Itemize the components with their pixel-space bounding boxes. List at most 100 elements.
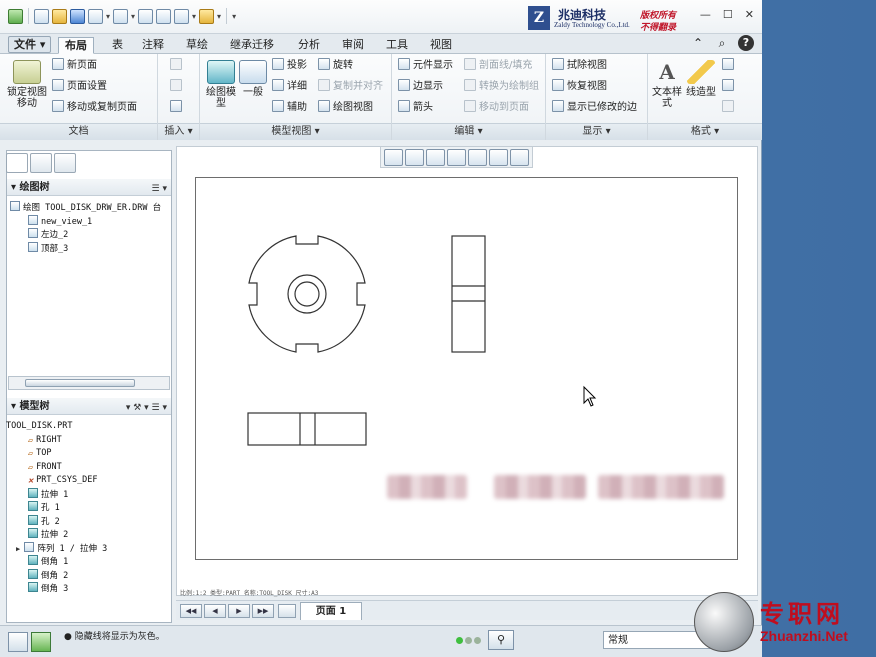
tree-item[interactable]: 拉伸 1 bbox=[10, 487, 107, 502]
tree-item[interactable]: 孔 1 bbox=[10, 501, 107, 515]
annotation-display-icon[interactable] bbox=[510, 149, 529, 166]
new-page-button[interactable]: 新页面 bbox=[52, 58, 97, 73]
chevron-down-icon[interactable]: ▾ bbox=[217, 12, 221, 21]
zoom-out-icon[interactable] bbox=[426, 149, 445, 166]
chevron-down-icon[interactable]: ▾ bbox=[131, 12, 135, 21]
insert-image-button[interactable] bbox=[170, 100, 185, 115]
tab-sketch[interactable]: 草绘 bbox=[180, 37, 214, 54]
tree-item[interactable]: ▱ FRONT bbox=[10, 461, 107, 475]
model-tree-header[interactable]: ▾ 模型树 ▾ ⚒ ▾ ☰ ▾ bbox=[7, 398, 171, 415]
insert-object-button[interactable] bbox=[170, 79, 185, 94]
refit-icon[interactable] bbox=[384, 149, 403, 166]
redo-icon[interactable] bbox=[113, 8, 129, 24]
revolve-button[interactable]: 旋转 bbox=[318, 58, 353, 73]
tab-view[interactable]: 视图 bbox=[424, 37, 458, 54]
tree-item[interactable]: 绘图 TOOL_DISK_DRW_ER.DRW 台 bbox=[10, 201, 161, 215]
save-icon[interactable] bbox=[70, 8, 85, 24]
tree-item[interactable]: 倒角 2 bbox=[10, 568, 107, 583]
search-icon[interactable]: ⌕ bbox=[714, 35, 730, 51]
drawing-model-button[interactable]: 绘图模型 bbox=[204, 60, 238, 109]
model-tree-tools-icon[interactable]: ▾ ⚒ ▾ ☰ ▾ bbox=[126, 400, 167, 417]
group-label[interactable]: 模型视图 ▾ bbox=[200, 123, 391, 140]
chevron-down-icon[interactable]: ▾ bbox=[192, 12, 196, 21]
find-binoculars-icon[interactable]: ⚲ bbox=[488, 630, 514, 650]
detail-button[interactable]: 详细 bbox=[272, 79, 307, 94]
navigator-toggle-icon[interactable] bbox=[8, 632, 28, 652]
expand-icon[interactable]: ▶ bbox=[16, 545, 24, 553]
open-folder-icon[interactable] bbox=[52, 8, 67, 24]
lock-view-move-button[interactable]: 锁定视图移动 bbox=[6, 60, 48, 109]
favorites-tab-icon[interactable] bbox=[54, 153, 76, 173]
tree-item[interactable]: 倒角 3 bbox=[10, 582, 107, 596]
help-icon[interactable]: ? bbox=[738, 35, 754, 51]
auxiliary-button[interactable]: 辅助 bbox=[272, 100, 307, 115]
projection-button[interactable]: 投影 bbox=[272, 58, 307, 73]
tree-item[interactable]: 倒角 1 bbox=[10, 555, 107, 569]
tree-item[interactable]: 孔 2 bbox=[10, 514, 107, 529]
close-window-icon[interactable] bbox=[174, 8, 190, 24]
prev-page-icon[interactable]: ◀ bbox=[204, 604, 226, 618]
convert-drawing-group-button[interactable]: 转换为绘制组 bbox=[464, 79, 539, 94]
drawing-view-button[interactable]: 绘图视图 bbox=[318, 100, 373, 115]
minimize-icon[interactable]: — bbox=[700, 8, 711, 21]
copy-align-button[interactable]: 复制并对齐 bbox=[318, 79, 383, 94]
move-to-page-button[interactable]: 移动到页面 bbox=[464, 100, 529, 115]
regenerate-icon[interactable] bbox=[138, 8, 154, 24]
group-label[interactable]: 编辑 ▾ bbox=[392, 123, 545, 140]
tree-item[interactable]: 左边_2 bbox=[10, 228, 161, 242]
general-view-button[interactable]: 一般 bbox=[238, 60, 268, 98]
show-modified-edges-button[interactable]: 显示已修改的边 bbox=[552, 100, 637, 115]
tree-item[interactable]: ▱ RIGHT bbox=[10, 434, 107, 448]
group-label[interactable]: 格式 ▾ bbox=[648, 123, 762, 140]
tree-item[interactable]: 顶部_3 bbox=[10, 241, 161, 256]
tab-legacy-migration[interactable]: 继承迁移 bbox=[224, 37, 280, 54]
tab-review[interactable]: 审阅 bbox=[336, 37, 370, 54]
model-tree-tab-icon[interactable] bbox=[6, 153, 28, 173]
scrollbar-thumb[interactable] bbox=[25, 379, 135, 387]
tab-tools[interactable]: 工具 bbox=[380, 37, 414, 54]
folder-browser-tab-icon[interactable] bbox=[30, 153, 52, 173]
symbol-format-button[interactable] bbox=[722, 100, 737, 115]
repaint-icon[interactable] bbox=[447, 149, 466, 166]
tree-item[interactable]: TOOL_DISK.PRT bbox=[6, 420, 107, 434]
undo-icon[interactable] bbox=[88, 8, 103, 24]
new-file-icon[interactable] bbox=[34, 8, 49, 24]
tree-item[interactable]: ▱ TOP bbox=[10, 447, 107, 461]
maximize-icon[interactable]: ☐ bbox=[723, 8, 733, 21]
line-format-button[interactable] bbox=[722, 58, 737, 73]
restore-view-button[interactable]: 恢复视图 bbox=[552, 79, 607, 94]
last-page-icon[interactable]: ▶▶ bbox=[252, 604, 274, 618]
page-setup-button[interactable]: 页面设置 bbox=[52, 79, 107, 94]
insert-graph-button[interactable] bbox=[170, 58, 185, 73]
browser-toggle-icon[interactable] bbox=[31, 632, 51, 652]
close-icon[interactable]: ✕ bbox=[745, 8, 754, 21]
windows-icon[interactable] bbox=[156, 8, 172, 24]
element-display-button[interactable]: 元件显示 bbox=[398, 58, 453, 73]
drawing-tree-scrollbar[interactable] bbox=[8, 376, 170, 390]
tree-item[interactable]: ✕ PRT_CSYS_DEF bbox=[10, 474, 107, 488]
first-page-icon[interactable]: ◀◀ bbox=[180, 604, 202, 618]
next-page-icon[interactable]: ▶ bbox=[228, 604, 250, 618]
tree-settings-icon[interactable]: ☰ ▾ bbox=[152, 181, 167, 198]
erase-view-button[interactable]: 拭除视图 bbox=[552, 58, 607, 73]
collapse-ribbon-icon[interactable]: ⌃ bbox=[690, 35, 706, 51]
tree-item[interactable]: 拉伸 2 bbox=[10, 528, 107, 542]
zoom-in-icon[interactable] bbox=[405, 149, 424, 166]
tab-table[interactable]: 表 bbox=[106, 37, 129, 54]
new-page-icon[interactable] bbox=[278, 604, 296, 618]
group-label[interactable]: 插入 ▾ bbox=[158, 123, 199, 140]
text-style-button[interactable]: A 文本样式 bbox=[652, 60, 682, 109]
move-copy-page-button[interactable]: 移动或复制页面 bbox=[52, 100, 137, 115]
group-label[interactable]: 显示 ▾ bbox=[546, 123, 647, 140]
edge-display-button[interactable]: 边显示 bbox=[398, 79, 443, 94]
tree-item[interactable]: ▶ 阵列 1 / 拉伸 3 bbox=[10, 541, 107, 556]
drawing-sheet[interactable] bbox=[195, 177, 738, 560]
file-menu[interactable]: 文件 ▾ bbox=[8, 36, 52, 53]
line-style-button[interactable]: 线造型 bbox=[686, 60, 716, 98]
folder-star-icon[interactable] bbox=[199, 8, 215, 24]
datum-display-icon[interactable] bbox=[489, 149, 508, 166]
customize-qa-icon[interactable]: ▾ bbox=[232, 12, 236, 21]
tree-item[interactable]: new_view_1 bbox=[10, 214, 161, 229]
chevron-down-icon[interactable]: ▾ bbox=[106, 12, 110, 21]
tab-annotate[interactable]: 注释 bbox=[136, 37, 170, 54]
